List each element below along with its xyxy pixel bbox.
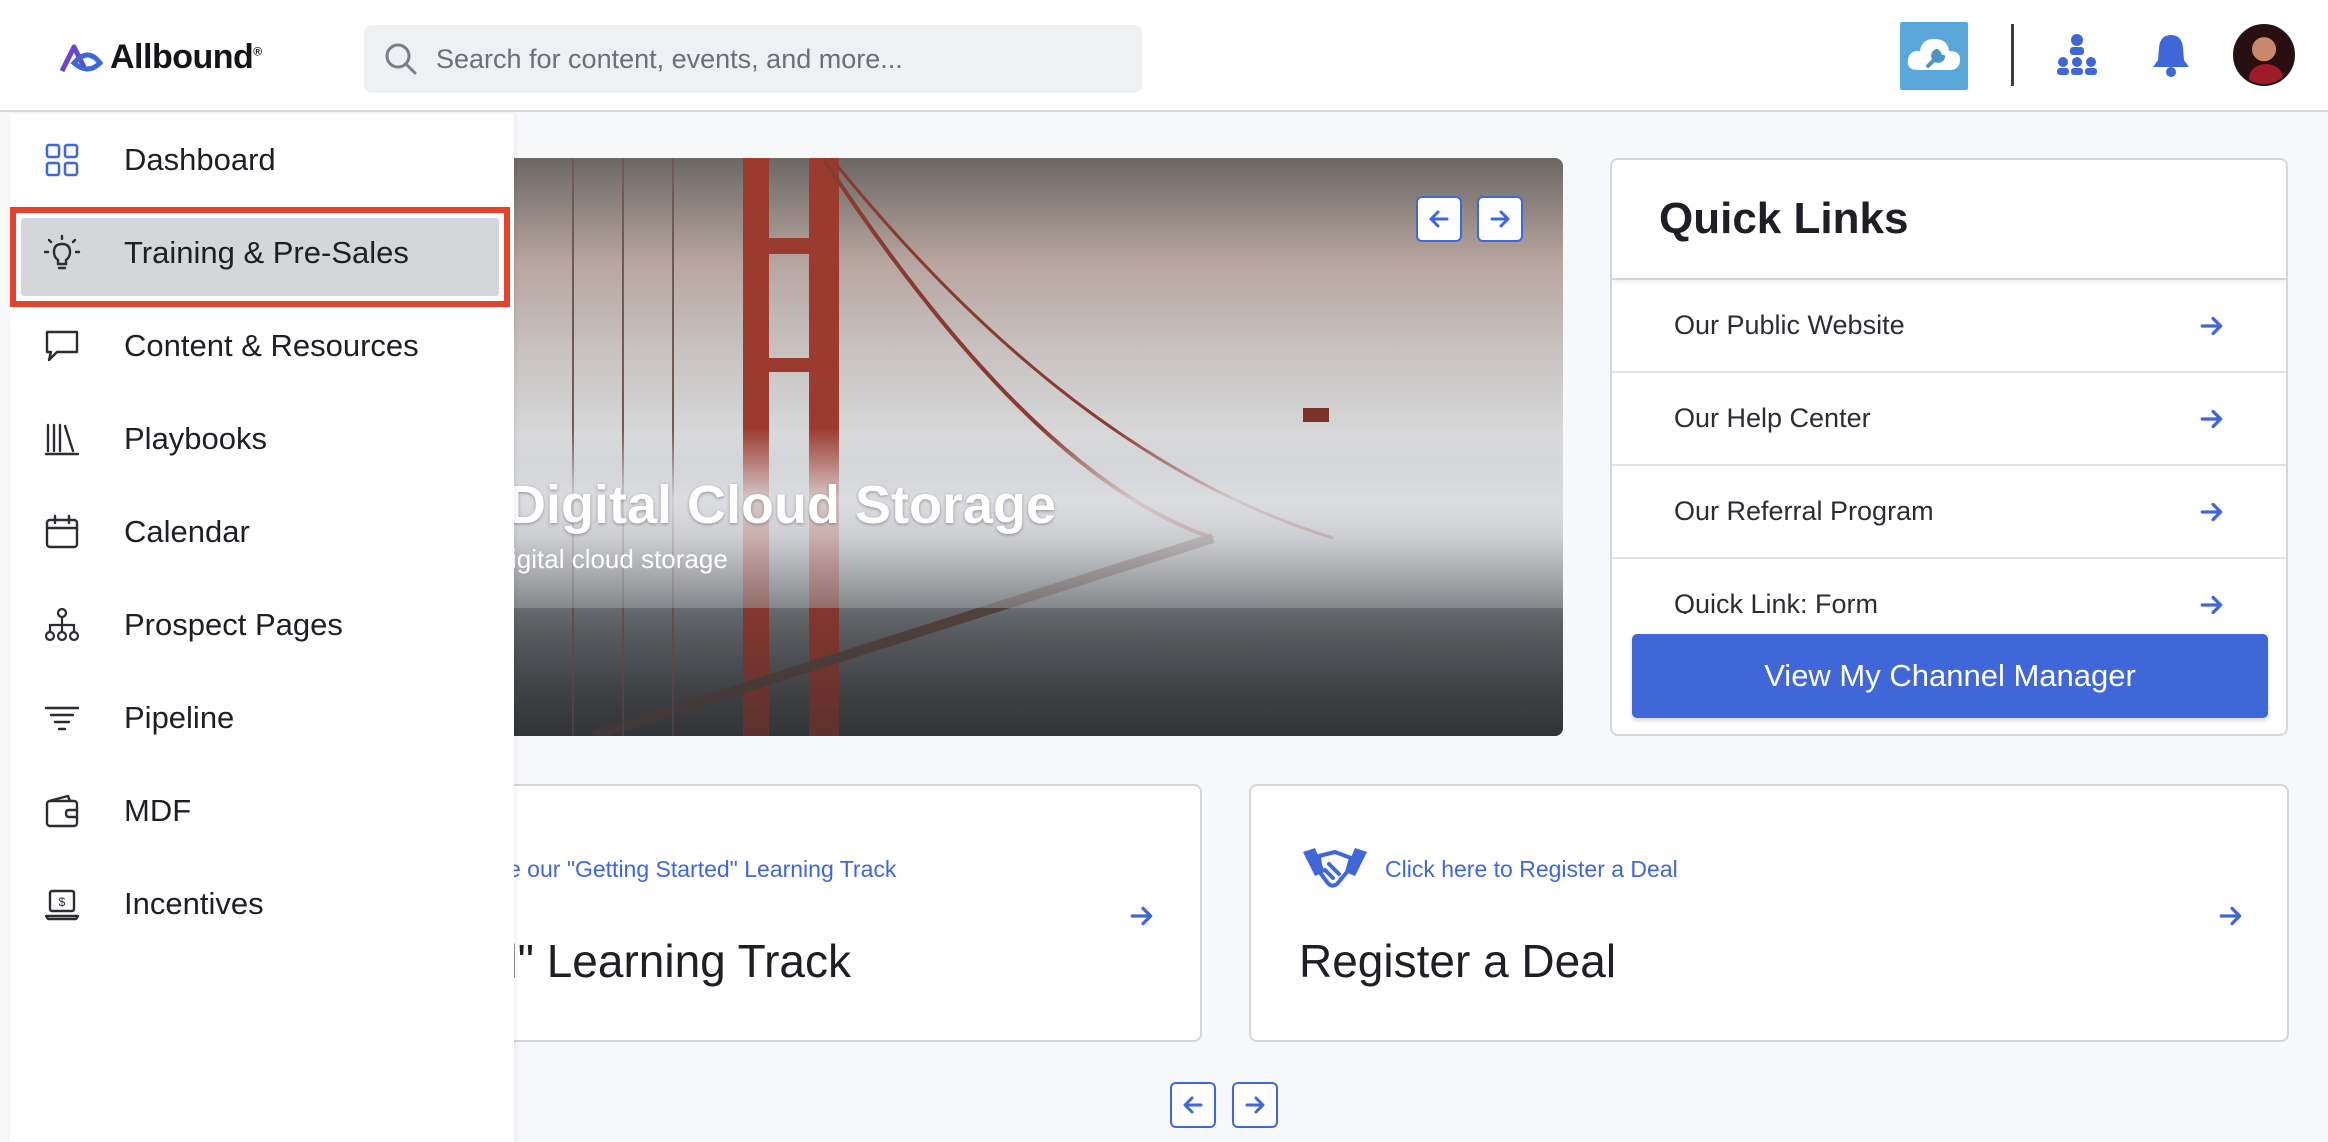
cloud-wrench-icon[interactable] (1900, 22, 1968, 90)
bell-icon[interactable] (2146, 30, 2196, 80)
sidebar-item-incentives[interactable]: $ Incentives (10, 864, 514, 944)
arrow-right-icon (2196, 496, 2228, 528)
sidebar-item-mdf[interactable]: MDF (10, 771, 514, 851)
card-link-text: e our "Getting Started" Learning Track (508, 856, 897, 882)
filter-icon (42, 698, 82, 738)
quick-links-panel: Quick Links Our Public Website Our Help … (1610, 158, 2288, 736)
sidebar-item-prospect-pages[interactable]: Prospect Pages (10, 585, 514, 665)
arrow-right-icon (1245, 1096, 1265, 1114)
allbound-logo[interactable]: Allbound® (58, 38, 262, 77)
handshake-icon (1303, 848, 1367, 888)
calendar-icon (42, 512, 82, 552)
arrow-left-icon (1429, 210, 1449, 228)
sidebar-item-calendar[interactable]: Calendar (10, 492, 514, 572)
hero-subtitle: igital cloud storage (513, 544, 728, 574)
arrow-right-icon (2196, 310, 2228, 342)
search-input[interactable] (436, 43, 1116, 75)
learning-track-card[interactable]: e our "Getting Started" Learning Track d… (480, 784, 1202, 1042)
search-icon (385, 43, 417, 75)
sidebar-item-training-pre-sales[interactable]: Training & Pre-Sales (10, 207, 514, 307)
hero-prev-button[interactable] (1416, 196, 1462, 242)
card-link-text: Click here to Register a Deal (1385, 856, 1678, 882)
quick-link-label: Our Public Website (1674, 310, 1905, 340)
sidebar-item-label: Prospect Pages (124, 607, 343, 642)
avatar[interactable] (2233, 24, 2295, 86)
view-channel-manager-button[interactable]: View My Channel Manager (1632, 634, 2268, 718)
sidebar-item-pipeline[interactable]: Pipeline (10, 678, 514, 758)
books-icon (42, 419, 82, 459)
chat-icon (42, 326, 82, 366)
sidebar-item-label: Playbooks (124, 421, 268, 456)
quick-link-item[interactable]: Our Referral Program (1612, 464, 2286, 557)
quick-links-header: Quick Links (1612, 160, 2286, 278)
allbound-logo-icon (59, 44, 104, 72)
sidebar-item-content-resources[interactable]: Content & Resources (10, 306, 514, 386)
wallet-icon (42, 791, 82, 831)
sidebar-item-dashboard[interactable]: Dashboard (10, 120, 514, 200)
org-chart-icon[interactable] (2052, 30, 2102, 80)
arrow-right-icon (2215, 900, 2247, 932)
logo-text: Allbound® (110, 38, 262, 76)
hero-title: Digital Cloud Storage (513, 475, 1057, 535)
top-header: Allbound® (0, 0, 2328, 112)
card-title: d" Learning Track (492, 935, 851, 987)
hero-next-button[interactable] (1477, 196, 1523, 242)
register-deal-card[interactable]: Click here to Register a Deal Register a… (1249, 784, 2289, 1042)
quick-link-label: Our Referral Program (1674, 496, 1934, 526)
hero-carousel[interactable]: Digital Cloud Storage igital cloud stora… (513, 158, 1563, 736)
arrow-right-icon (2196, 403, 2228, 435)
lightbulb-icon (42, 233, 82, 273)
search-bar[interactable] (364, 25, 1142, 93)
sidebar-item-playbooks[interactable]: Playbooks (10, 399, 514, 479)
quick-link-label: Our Help Center (1674, 403, 1871, 433)
laptop-dollar-icon: $ (42, 884, 82, 924)
sidebar-item-label: Incentives (124, 886, 264, 921)
grid-icon (42, 140, 82, 180)
arrow-right-icon (1490, 210, 1510, 228)
sidebar-item-label: Calendar (124, 514, 250, 549)
quick-link-item[interactable]: Our Help Center (1612, 371, 2286, 464)
arrow-left-icon (1183, 1096, 1203, 1114)
quick-links-title: Quick Links (1659, 194, 1909, 243)
sidebar-item-label: Pipeline (124, 700, 235, 735)
sidebar-item-label: MDF (124, 793, 192, 828)
card-title: Register a Deal (1299, 935, 1617, 987)
sidebar-nav: Dashboard Training & Pre-Sales Content &… (10, 114, 514, 1142)
cards-next-button[interactable] (1232, 1082, 1278, 1128)
svg-text:$: $ (59, 895, 66, 909)
arrow-right-icon (1126, 900, 1158, 932)
quick-link-item[interactable]: Our Public Website (1612, 278, 2286, 371)
cards-prev-button[interactable] (1170, 1082, 1216, 1128)
sidebar-item-label: Training & Pre-Sales (124, 235, 409, 270)
header-divider (2011, 24, 2014, 86)
sitemap-icon (42, 605, 82, 645)
sidebar-item-label: Content & Resources (124, 328, 419, 363)
sidebar-item-label: Dashboard (124, 142, 276, 177)
